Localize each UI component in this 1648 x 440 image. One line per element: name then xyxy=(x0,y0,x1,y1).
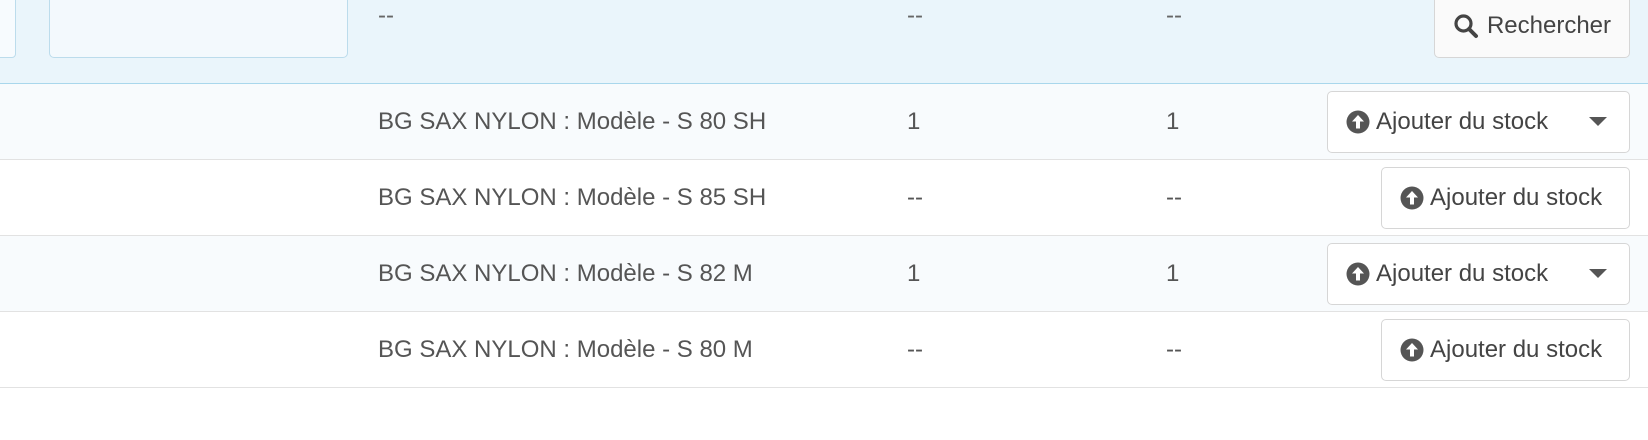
quantity-cell: 1 xyxy=(1166,108,1180,135)
stock-table: -- -- -- Rechercher BG SAX NYLON : Modèl… xyxy=(0,0,1648,440)
quantity-cell: 1 xyxy=(907,260,921,287)
arrow-circle-up-icon xyxy=(1346,110,1370,134)
filter-name-placeholder: -- xyxy=(378,2,394,29)
product-name: BG SAX NYLON : Modèle - S 80 SH xyxy=(378,108,767,135)
add-stock-label: Ajouter du stock xyxy=(1430,184,1603,211)
table-row: BG SAX NYLON : Modèle - S 80 M -- -- Ajoute… xyxy=(0,312,1648,388)
quantity-cell: -- xyxy=(1166,184,1182,211)
table-row: BG SAX NYLON : Modèle - S 82 M 1 1 Ajouter … xyxy=(0,236,1648,312)
filter-input-partial[interactable] xyxy=(0,0,16,58)
filter-qty2-placeholder: -- xyxy=(1166,2,1182,29)
arrow-circle-up-icon xyxy=(1346,262,1370,286)
product-name: BG SAX NYLON : Modèle - S 82 M xyxy=(378,260,753,287)
product-name: BG SAX NYLON : Modèle - S 85 SH xyxy=(378,184,767,211)
quantity-cell: -- xyxy=(907,184,923,211)
caret-down-icon[interactable] xyxy=(1589,117,1607,126)
search-button-label: Rechercher xyxy=(1486,12,1612,39)
quantity-cell: -- xyxy=(1166,336,1182,363)
quantity-cell: 1 xyxy=(1166,260,1180,287)
filter-qty1-placeholder: -- xyxy=(907,2,923,29)
filter-row: -- -- -- Rechercher xyxy=(0,0,1648,84)
search-button[interactable]: Rechercher xyxy=(1434,0,1630,58)
caret-down-icon[interactable] xyxy=(1589,269,1607,278)
add-stock-button[interactable]: Ajouter du stock xyxy=(1381,319,1630,381)
add-stock-button[interactable]: Ajouter du stock xyxy=(1327,243,1630,305)
add-stock-button[interactable]: Ajouter du stock xyxy=(1381,167,1630,229)
add-stock-label: Ajouter du stock xyxy=(1376,260,1549,287)
table-row: BG SAX NYLON : Modèle - S 80 SH 1 1 Ajouter… xyxy=(0,84,1648,160)
add-stock-button[interactable]: Ajouter du stock xyxy=(1327,91,1630,153)
arrow-circle-up-icon xyxy=(1400,338,1424,362)
product-name: BG SAX NYLON : Modèle - S 80 M xyxy=(378,336,753,363)
search-icon xyxy=(1454,14,1478,38)
filter-input[interactable] xyxy=(49,0,348,58)
add-stock-label: Ajouter du stock xyxy=(1430,336,1603,363)
quantity-cell: 1 xyxy=(907,108,921,135)
arrow-circle-up-icon xyxy=(1400,186,1424,210)
add-stock-label: Ajouter du stock xyxy=(1376,108,1549,135)
quantity-cell: -- xyxy=(907,336,923,363)
table-row: BG SAX NYLON : Modèle - S 85 SH -- -- Ajout… xyxy=(0,160,1648,236)
